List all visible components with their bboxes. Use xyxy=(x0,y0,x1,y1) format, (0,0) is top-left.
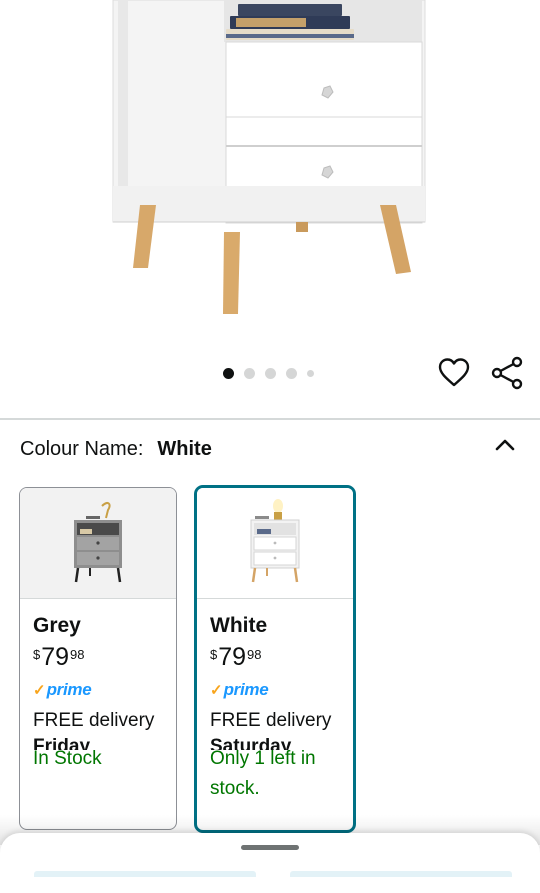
price-whole: 79 xyxy=(41,643,70,671)
carousel-dot-3[interactable] xyxy=(265,367,276,379)
option-price: $ 79 98 xyxy=(210,645,340,670)
product-image[interactable] xyxy=(0,0,540,345)
prime-logo-text: prime xyxy=(223,680,269,699)
colour-option-white[interactable]: White $ 79 98 ✓ prime FREE delivery Satu… xyxy=(194,485,356,833)
price-currency: $ xyxy=(33,647,41,662)
price-currency: $ xyxy=(210,647,218,662)
price-fraction: 98 xyxy=(247,647,262,662)
sheet-button-left[interactable] xyxy=(34,871,256,877)
price-whole: 79 xyxy=(218,643,247,671)
colour-option-grey[interactable]: Grey $ 79 98 ✓ prime FREE delivery Frida… xyxy=(19,487,177,830)
sheet-drag-handle[interactable] xyxy=(241,845,299,850)
prime-check-icon: ✓ xyxy=(33,682,46,699)
carousel-dot-1[interactable] xyxy=(223,367,234,379)
delivery-day: Saturday xyxy=(210,736,292,750)
delivery-info: FREE delivery Saturday xyxy=(210,708,340,760)
bottom-sheet[interactable] xyxy=(0,833,540,893)
image-carousel-indicator[interactable] xyxy=(223,367,324,379)
colour-name-label: Colour Name: xyxy=(20,438,144,460)
option-name: Grey xyxy=(33,614,81,637)
colour-name-row: Colour Name: White xyxy=(20,438,212,461)
prime-check-icon: ✓ xyxy=(210,682,223,699)
option-price: $ 79 98 xyxy=(33,645,163,670)
nightstand-image xyxy=(112,0,426,314)
delivery-day: Friday xyxy=(33,736,91,750)
heart-icon[interactable] xyxy=(437,356,471,390)
sheet-button-right[interactable] xyxy=(290,871,512,877)
white-nightstand-thumbnail xyxy=(250,499,300,583)
colour-selected-value: White xyxy=(157,438,212,460)
prime-badge: ✓ prime xyxy=(210,680,340,699)
delivery-info: FREE delivery Friday xyxy=(33,708,163,760)
prime-badge: ✓ prime xyxy=(33,680,163,699)
carousel-dot-2[interactable] xyxy=(244,367,255,379)
prime-logo-text: prime xyxy=(46,680,92,699)
share-icon[interactable] xyxy=(490,356,524,390)
chevron-up-icon[interactable] xyxy=(494,434,516,456)
price-fraction: 98 xyxy=(70,647,85,662)
carousel-dot-4[interactable] xyxy=(286,367,297,379)
section-divider xyxy=(0,418,540,420)
option-thumbnail xyxy=(197,488,353,599)
delivery-text: FREE delivery xyxy=(210,710,332,731)
carousel-dot-5[interactable] xyxy=(307,369,314,377)
grey-nightstand-thumbnail xyxy=(74,502,122,583)
option-thumbnail xyxy=(20,488,176,599)
option-name: White xyxy=(210,614,268,637)
delivery-text: FREE delivery xyxy=(33,710,155,731)
